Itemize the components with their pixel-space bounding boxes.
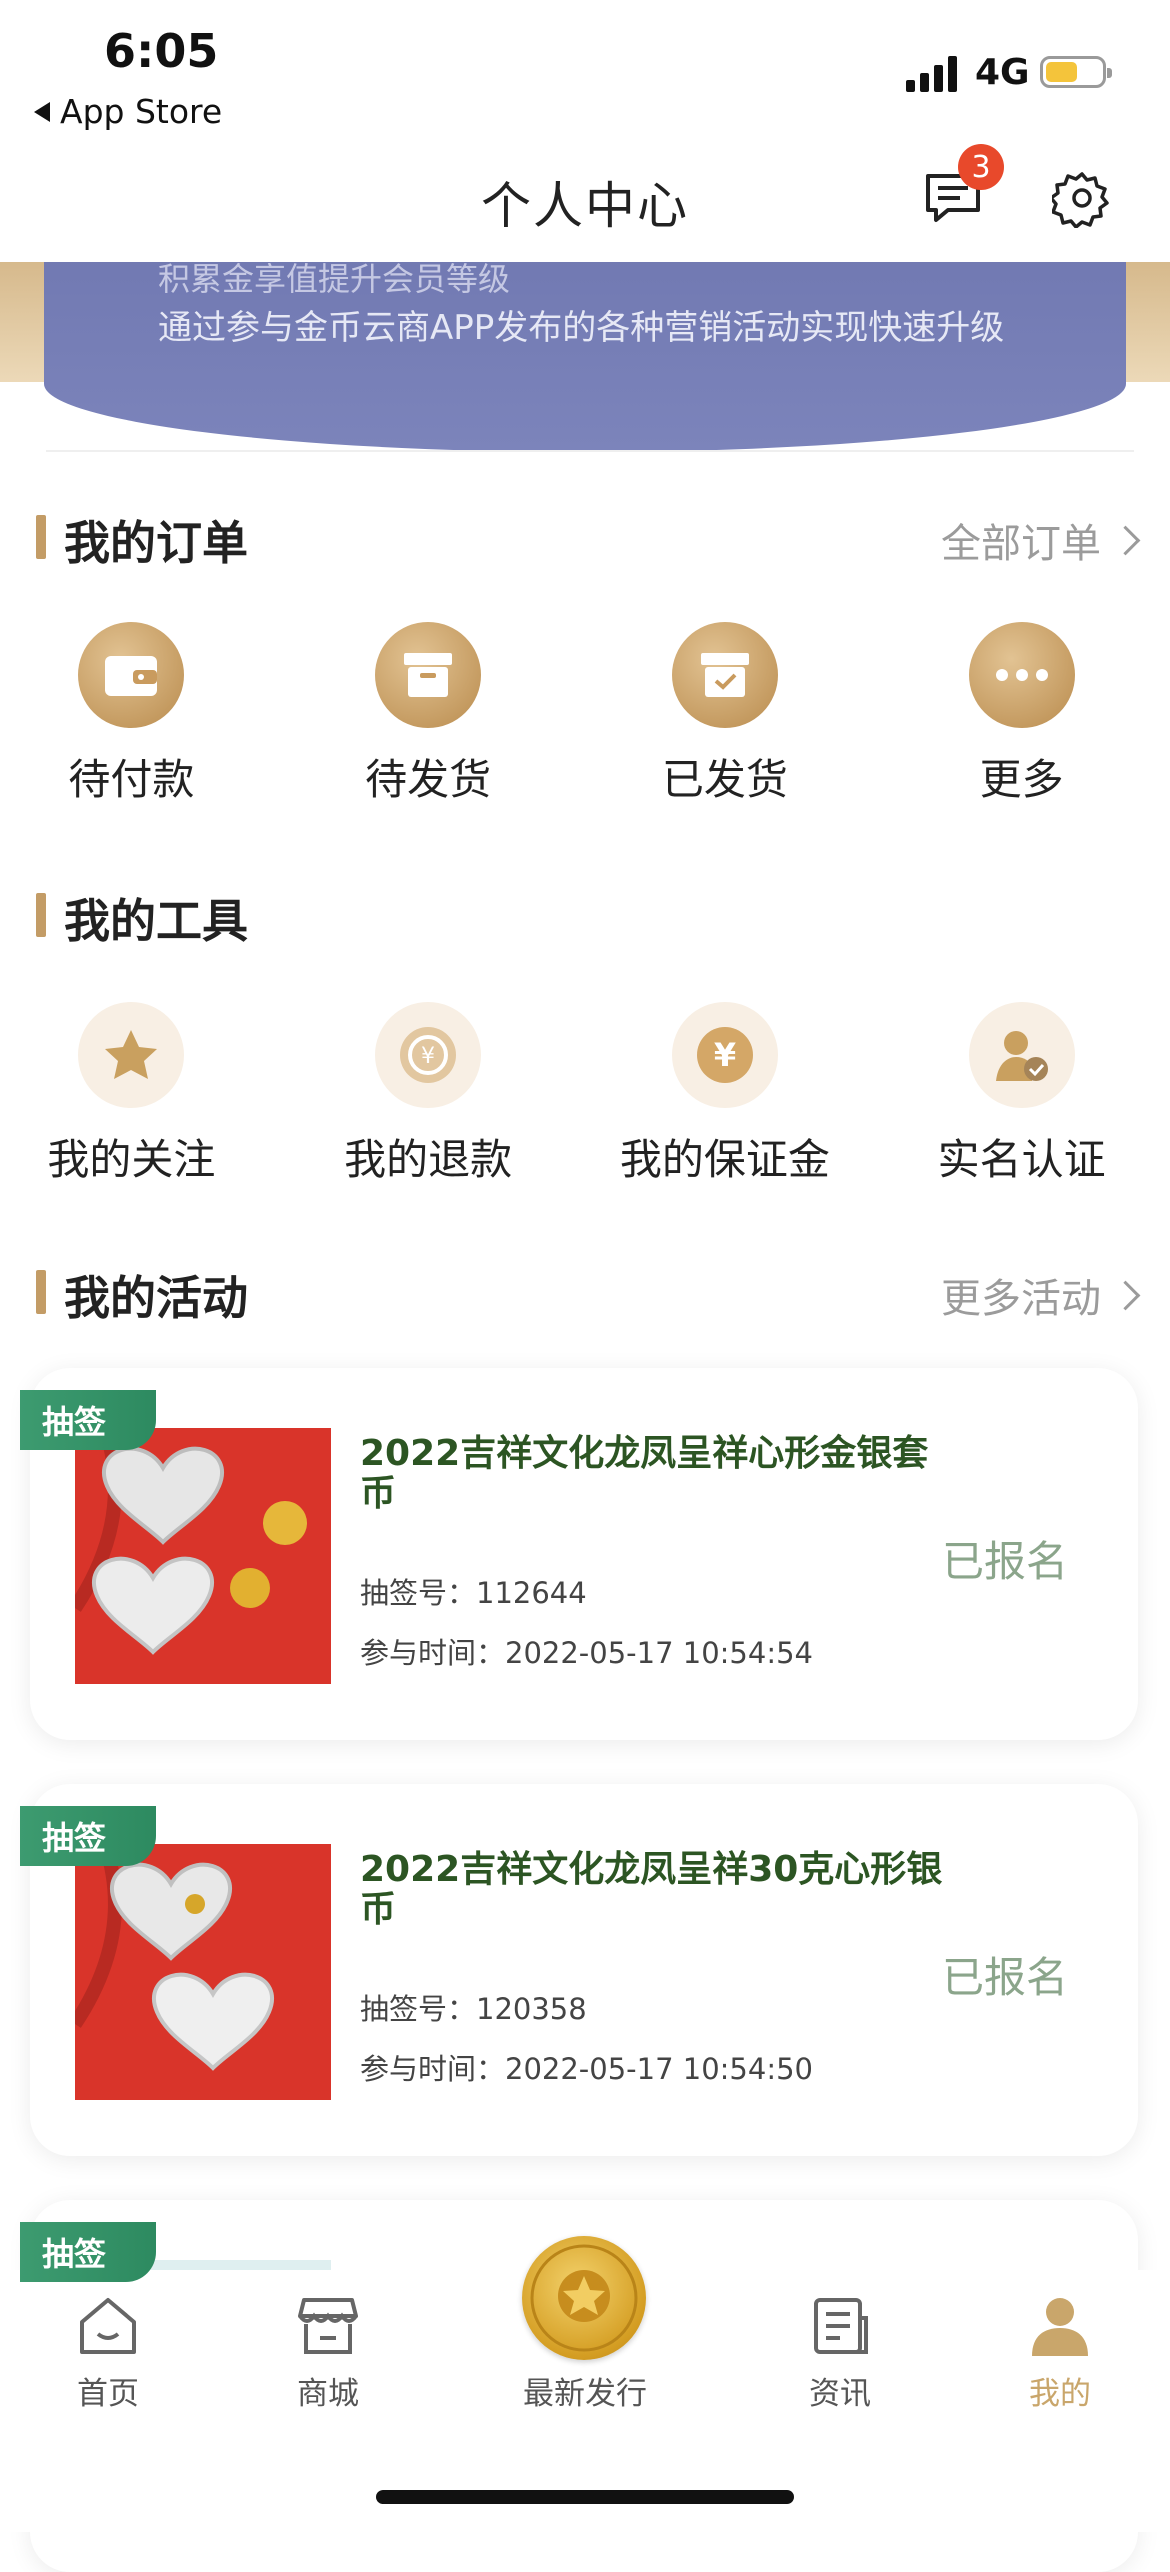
network-label: 4G [975, 52, 1030, 93]
refund-icon: ¥ [375, 1002, 482, 1108]
lottery-tag: 抽签 [20, 2222, 156, 2282]
tools-header: 我的工具 [36, 885, 1136, 948]
section-bar [36, 1270, 46, 1314]
banner-line1: 积累金享值提升会员等级 [158, 262, 511, 298]
signal-icon [906, 56, 957, 92]
tool-label: 实名认证 [937, 1135, 1106, 1184]
home-indicator [376, 2490, 794, 2504]
yen-icon: ¥ [671, 1002, 778, 1108]
verified-user-icon [968, 1002, 1075, 1108]
status-bar: 6:05 App Store 4G [0, 0, 1170, 140]
tool-label: 我的退款 [344, 1135, 513, 1184]
activity-title: 2022吉祥文化龙凤呈祥30克心形银币 [360, 1849, 943, 1930]
participation-time: 参与时间：2022-05-17 10:54:50 [360, 2052, 813, 2086]
section-bar [36, 515, 46, 559]
status-time: 6:05 [104, 24, 219, 78]
nav-bar: 个人中心 3 [0, 140, 1170, 262]
tab-profile[interactable]: 我的 [980, 2294, 1140, 2413]
tool-follow[interactable]: 我的关注 [0, 1002, 280, 1187]
product-image [75, 1428, 331, 1684]
tab-label: 我的 [1029, 2376, 1091, 2412]
lottery-tag: 抽签 [20, 1806, 156, 1866]
back-to-app-store[interactable]: App Store [34, 92, 222, 131]
orders-title: 我的订单 [64, 516, 248, 570]
store-icon [298, 2298, 358, 2354]
lottery-number: 抽签号：120358 [360, 1992, 587, 2026]
news-icon [814, 2298, 868, 2354]
tab-new-releases[interactable]: 最新发行 [505, 2294, 665, 2413]
order-label: 待付款 [68, 755, 195, 804]
order-pending-payment[interactable]: 待付款 [0, 622, 280, 807]
tab-store[interactable]: 商城 [248, 2294, 408, 2413]
orders-grid: 待付款 待发货 已发货 更多 [0, 622, 1170, 807]
registration-status: 已报名 [941, 1953, 1068, 2002]
activity-card[interactable]: 抽签 2022吉祥文化龙凤呈祥30克心形银币 抽签号：120358 参与时间：2… [20, 1784, 1138, 2156]
all-orders-label: 全部订单 [941, 521, 1101, 567]
order-pending-shipment[interactable]: 待发货 [280, 622, 577, 807]
lottery-tag: 抽签 [20, 1390, 156, 1450]
tab-label: 最新发行 [523, 2376, 647, 2412]
tool-label: 我的关注 [47, 1135, 216, 1184]
all-orders-link[interactable]: 全部订单 [941, 511, 1141, 569]
tool-refund[interactable]: ¥ 我的退款 [280, 1002, 577, 1187]
svg-text:¥: ¥ [714, 1036, 736, 1074]
activities-title: 我的活动 [64, 1271, 248, 1325]
banner-line2: 通过参与金币云商APP发布的各种营销活动实现快速升级 [158, 308, 1005, 348]
back-arrow-icon [34, 101, 50, 122]
orders-header: 我的订单 全部订单 [36, 507, 1141, 570]
tab-label: 资讯 [809, 2376, 871, 2412]
registration-status: 已报名 [941, 1537, 1068, 1586]
activity-title: 2022吉祥文化龙凤呈祥心形金银套币 [360, 1433, 929, 1514]
order-shipped[interactable]: 已发货 [577, 622, 874, 807]
tools-grid: 我的关注 ¥ 我的退款 ¥ 我的保证金 实名认证 [0, 1002, 1170, 1187]
tab-news[interactable]: 资讯 [760, 2294, 920, 2413]
divider [46, 450, 1134, 452]
tab-label: 商城 [297, 2376, 359, 2412]
lottery-number: 抽签号：112644 [360, 1576, 587, 1610]
product-image [75, 1844, 331, 2100]
tool-deposit[interactable]: ¥ 我的保证金 [577, 1002, 874, 1187]
participation-time: 参与时间：2022-05-17 10:54:54 [360, 1636, 813, 1670]
chevron-right-icon [1110, 1280, 1141, 1310]
gear-icon[interactable] [1052, 168, 1112, 228]
tab-home[interactable]: 首页 [28, 2294, 188, 2413]
svg-text:¥: ¥ [421, 1044, 435, 1069]
order-label: 更多 [979, 755, 1064, 804]
activities-header: 我的活动 更多活动 [36, 1262, 1141, 1325]
more-icon [968, 622, 1075, 728]
profile-icon [1032, 2298, 1088, 2356]
star-icon [78, 1002, 185, 1108]
home-icon [80, 2298, 136, 2354]
message-badge: 3 [958, 144, 1004, 190]
battery-icon [1040, 56, 1112, 88]
wallet-icon [78, 622, 185, 728]
section-bar [36, 893, 46, 937]
chevron-right-icon [1110, 525, 1141, 555]
order-more[interactable]: 更多 [873, 622, 1170, 807]
more-activities-link[interactable]: 更多活动 [941, 1266, 1141, 1324]
order-label: 已发货 [661, 755, 788, 804]
shipped-box-icon [671, 622, 778, 728]
more-activities-label: 更多活动 [941, 1276, 1101, 1322]
back-label: App Store [60, 92, 223, 131]
tool-verification[interactable]: 实名认证 [873, 1002, 1170, 1187]
member-banner[interactable]: 积累金享值提升会员等级 通过参与金币云商APP发布的各种营销活动实现快速升级 [0, 262, 1170, 452]
order-label: 待发货 [365, 755, 492, 804]
box-icon [375, 622, 482, 728]
activity-card[interactable]: 抽签 2022吉祥文化龙凤呈祥心形金银套币 抽签号：112644 参与时间：20… [20, 1368, 1138, 1740]
tools-title: 我的工具 [64, 894, 248, 948]
tool-label: 我的保证金 [619, 1135, 830, 1184]
tab-label: 首页 [77, 2376, 139, 2412]
